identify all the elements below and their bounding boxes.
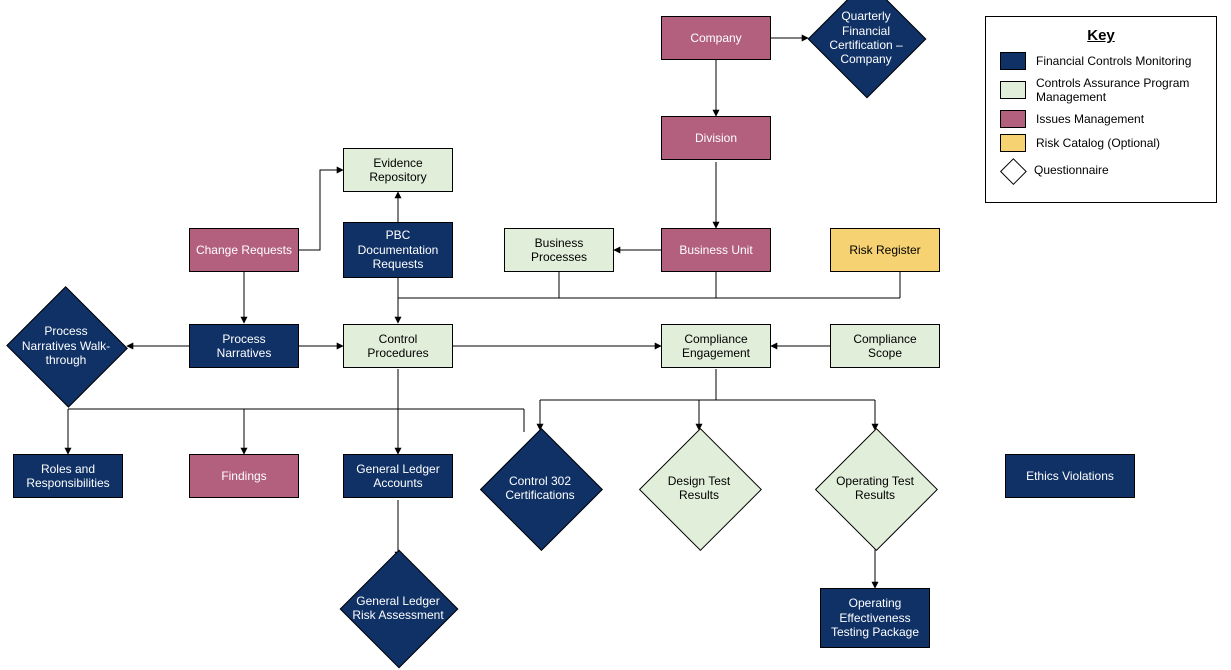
node-findings: Findings xyxy=(189,454,299,498)
legend: Key Financial Controls Monitoring Contro… xyxy=(985,16,1217,203)
label: Company xyxy=(690,31,741,45)
label: Process Narratives Walk-through xyxy=(5,288,127,404)
node-quarterly-financial-certification: Quarterly Financial Certification – Comp… xyxy=(808,0,924,96)
node-business-processes: Business Processes xyxy=(504,228,614,272)
node-ethics-violations: Ethics Violations xyxy=(1005,454,1135,498)
label: Change Requests xyxy=(196,243,292,257)
legend-row-financial-controls: Financial Controls Monitoring xyxy=(1000,52,1202,70)
legend-row-controls-assurance: Controls Assurance Program Management xyxy=(1000,76,1202,104)
node-process-narratives-walkthrough: Process Narratives Walk-through xyxy=(5,288,127,404)
label: Design Test Results xyxy=(639,428,759,548)
label: General Ledger Risk Assessment xyxy=(340,550,456,666)
label: General Ledger Accounts xyxy=(348,462,448,491)
label: Ethics Violations xyxy=(1026,469,1114,483)
node-company: Company xyxy=(661,16,771,60)
label: Controls Assurance Program Management xyxy=(1036,76,1202,104)
label: Issues Management xyxy=(1036,112,1144,126)
swatch-pink xyxy=(1000,110,1026,128)
label: Compliance Scope xyxy=(835,332,935,361)
node-process-narratives: Process Narratives xyxy=(189,324,299,368)
node-risk-register: Risk Register xyxy=(830,228,940,272)
swatch-green xyxy=(1000,81,1026,99)
flowchart-canvas: Company Quarterly Financial Certificatio… xyxy=(0,0,1231,670)
label: Quarterly Financial Certification – Comp… xyxy=(808,0,924,96)
label: Risk Register xyxy=(849,243,920,257)
label: PBC Documentation Requests xyxy=(348,228,448,271)
node-roles-and-responsibilities: Roles and Responsibilities xyxy=(13,454,123,498)
swatch-gold xyxy=(1000,134,1026,152)
swatch-navy xyxy=(1000,52,1026,70)
legend-row-risk-catalog: Risk Catalog (Optional) xyxy=(1000,134,1202,152)
node-operating-effectiveness-testing-package: Operating Effectiveness Testing Package xyxy=(820,588,930,648)
label: Evidence Repository xyxy=(348,156,448,185)
node-control-procedures: Control Procedures xyxy=(343,324,453,368)
label: Division xyxy=(695,131,737,145)
label: Roles and Responsibilities xyxy=(18,462,118,491)
node-business-unit: Business Unit xyxy=(661,228,771,272)
legend-row-issues-management: Issues Management xyxy=(1000,110,1202,128)
label: Business Processes xyxy=(509,236,609,265)
label: Business Unit xyxy=(679,243,752,257)
legend-row-questionnaire: Questionnaire xyxy=(1000,158,1202,182)
label: Operating Test Results xyxy=(815,428,935,548)
node-change-requests: Change Requests xyxy=(189,228,299,272)
legend-title: Key xyxy=(1000,27,1202,44)
label: Risk Catalog (Optional) xyxy=(1036,136,1160,150)
label: Questionnaire xyxy=(1034,163,1109,177)
node-control-302-certifications: Control 302 Certifications xyxy=(480,428,600,548)
label: Control 302 Certifications xyxy=(480,428,600,548)
swatch-diamond xyxy=(1000,158,1024,182)
label: Operating Effectiveness Testing Package xyxy=(825,596,925,639)
label: Financial Controls Monitoring xyxy=(1036,54,1191,68)
node-compliance-engagement: Compliance Engagement xyxy=(661,324,771,368)
label: Control Procedures xyxy=(348,332,448,361)
node-general-ledger-risk-assessment: General Ledger Risk Assessment xyxy=(340,550,456,666)
node-division: Division xyxy=(661,116,771,160)
node-pbc-documentation-requests: PBC Documentation Requests xyxy=(343,222,453,278)
label: Compliance Engagement xyxy=(666,332,766,361)
node-operating-test-results: Operating Test Results xyxy=(815,428,935,548)
node-general-ledger-accounts: General Ledger Accounts xyxy=(343,454,453,498)
label: Process Narratives xyxy=(194,332,294,361)
node-compliance-scope: Compliance Scope xyxy=(830,324,940,368)
node-design-test-results: Design Test Results xyxy=(639,428,759,548)
label: Findings xyxy=(221,469,266,483)
node-evidence-repository: Evidence Repository xyxy=(343,148,453,192)
